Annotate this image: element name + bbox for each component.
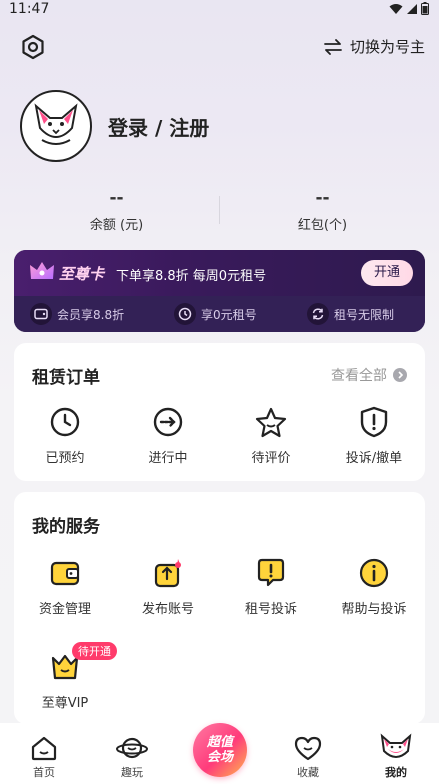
order-reserved[interactable]: 已预约: [14, 405, 116, 466]
clock-icon: [48, 405, 82, 439]
order-complaint-label: 投诉/撤单: [345, 451, 403, 466]
order-reserved-label: 已预约: [45, 451, 85, 466]
switch-role-label: 切换为号主: [349, 38, 425, 56]
tab-fun-label: 趣玩: [121, 766, 143, 779]
tab-mine[interactable]: 我的: [352, 733, 439, 780]
red-packet-label: 红包(个): [297, 218, 348, 233]
vip-perks: 会员享8.8折 享0元租号 租号无限制: [14, 296, 425, 332]
complaint-icon: [254, 556, 288, 590]
balance-label: 余额 (元): [89, 218, 144, 233]
avatar[interactable]: [20, 90, 92, 162]
settings-button[interactable]: [20, 34, 48, 62]
tab-fun[interactable]: 趣玩: [88, 733, 176, 780]
vip-perk-label: 租号无限制: [334, 307, 395, 322]
swap-arrows-icon: [324, 38, 342, 55]
center-promo-line2: 会场: [206, 750, 233, 765]
service-vip[interactable]: 待开通 至尊VIP: [14, 642, 117, 711]
service-rent-complaint[interactable]: 租号投诉: [220, 556, 322, 617]
service-publish[interactable]: 发布账号: [117, 556, 219, 617]
home-icon: [0, 733, 88, 761]
my-services-card: 我的服务 资金管理 发布账号 租号投诉 帮助与投诉 待开通 至尊VIP: [14, 492, 425, 724]
vip-description: 下单享8.8折 每周0元租号: [116, 269, 267, 284]
red-packet-value: --: [315, 188, 330, 208]
vip-perk-discount: 会员享8.8折: [30, 303, 124, 325]
vip-crown-icon: [30, 262, 54, 279]
vip-card-header: 至尊卡 下单享8.8折 每周0元租号 开通: [14, 250, 425, 296]
vip-perk-unlimited: 租号无限制: [307, 303, 394, 325]
star-icon: [254, 405, 288, 439]
tab-home[interactable]: 首页: [0, 733, 88, 780]
tab-favorites[interactable]: 收藏: [264, 733, 352, 780]
mascot-avatar-icon: [34, 103, 78, 145]
tab-center-promo[interactable]: 超值 会场: [193, 723, 247, 777]
status-bar: 11:47: [0, 0, 439, 20]
order-in-progress[interactable]: 进行中: [117, 405, 219, 466]
heart-icon: [264, 733, 352, 761]
red-packet-stat[interactable]: -- 红包(个): [220, 188, 425, 233]
planet-icon: [88, 733, 176, 761]
bottom-tab-bar: 首页 趣玩 超值 会场 收藏 我的: [0, 723, 439, 784]
vip-title: 至尊卡: [59, 265, 105, 283]
tab-mine-label: 我的: [385, 766, 407, 779]
vip-open-button[interactable]: 开通: [361, 260, 413, 286]
chevron-right-circle-icon: [393, 368, 407, 382]
vip-perk-label: 会员享8.8折: [57, 307, 125, 322]
shield-alert-icon: [357, 405, 391, 439]
vip-pending-badge: 待开通: [72, 642, 117, 660]
order-to-review-label: 待评价: [251, 451, 291, 466]
balance-stat[interactable]: -- 余额 (元): [14, 188, 219, 233]
center-promo-line1: 超值: [206, 735, 233, 750]
view-all-label: 查看全部: [331, 368, 387, 384]
clock-small-icon: [174, 303, 196, 325]
view-all-orders-link[interactable]: 查看全部: [331, 365, 407, 385]
my-services-title: 我的服务: [32, 517, 100, 537]
profile-section: 登录 / 注册: [20, 90, 209, 162]
battery-icon: [421, 2, 429, 15]
status-time: 11:47: [9, 1, 50, 17]
service-funds-label: 资金管理: [38, 602, 91, 617]
service-rent-complaint-label: 租号投诉: [244, 602, 297, 617]
publish-icon: [151, 556, 185, 590]
service-help[interactable]: 帮助与投诉: [323, 556, 425, 617]
login-register-link[interactable]: 登录 / 注册: [108, 112, 209, 141]
status-icons: [389, 2, 429, 15]
mascot-icon: [352, 733, 439, 761]
vip-card[interactable]: 至尊卡 下单享8.8折 每周0元租号 开通 会员享8.8折 享0元租号 租号无限…: [14, 250, 425, 332]
refresh-icon: [307, 303, 329, 325]
switch-role-button[interactable]: 切换为号主: [324, 36, 425, 57]
rental-orders-card: 租赁订单 查看全部 已预约 进行中 待评价 投诉/撤单: [14, 343, 425, 481]
vip-perk-label: 享0元租号: [201, 307, 257, 322]
tab-home-label: 首页: [33, 766, 55, 779]
order-complaint[interactable]: 投诉/撤单: [323, 405, 425, 466]
vip-perk-free-rent: 享0元租号: [174, 303, 257, 325]
service-help-label: 帮助与投诉: [341, 602, 407, 617]
wallet-icon: [48, 556, 82, 590]
service-funds[interactable]: 资金管理: [14, 556, 116, 617]
rental-orders-title: 租赁订单: [32, 368, 100, 388]
tab-favorites-label: 收藏: [297, 766, 319, 779]
card-icon: [30, 303, 52, 325]
service-vip-label: 至尊VIP: [41, 696, 89, 711]
signal-icon: [407, 3, 417, 14]
wallet-stats: -- 余额 (元) -- 红包(个): [14, 188, 425, 236]
balance-value: --: [109, 188, 124, 208]
service-publish-label: 发布账号: [141, 602, 194, 617]
arrow-right-circle-icon: [151, 405, 185, 439]
top-bar: 切换为号主: [20, 34, 425, 62]
order-in-progress-label: 进行中: [148, 451, 188, 466]
settings-hex-icon: [22, 34, 44, 60]
order-to-review[interactable]: 待评价: [220, 405, 322, 466]
wifi-icon: [389, 3, 403, 14]
info-icon: [357, 556, 391, 590]
